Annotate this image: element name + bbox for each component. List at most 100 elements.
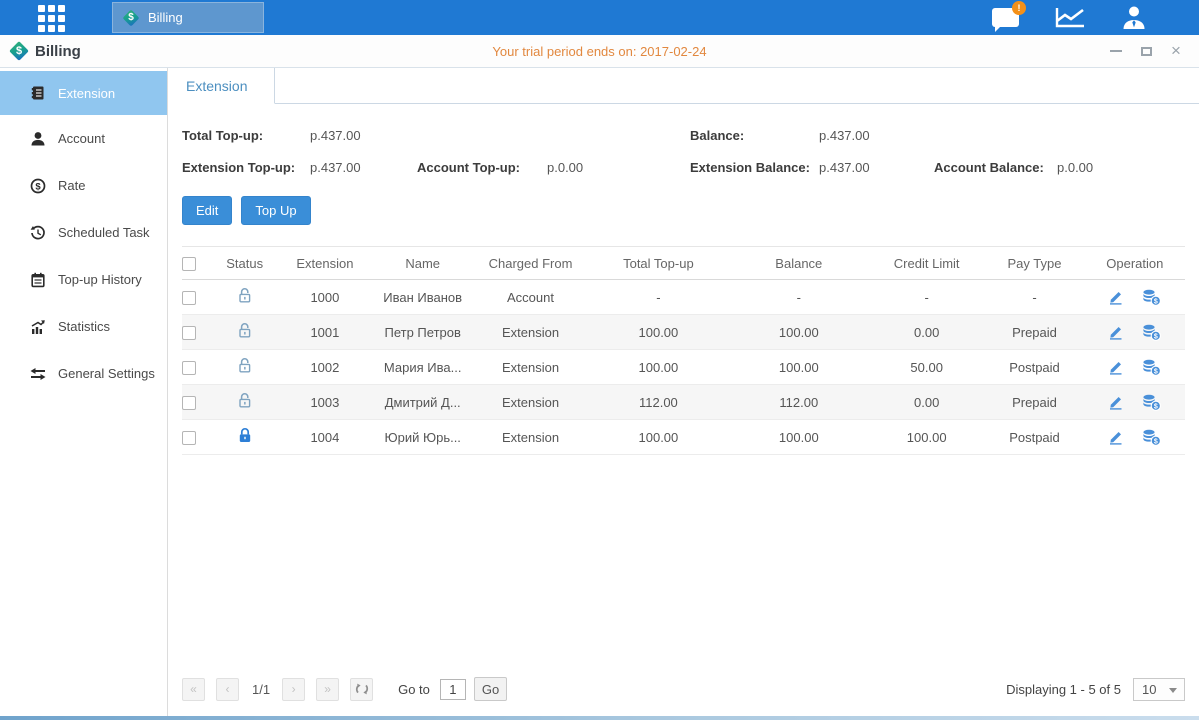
main-content: Extension Total Top-up: р.437.00 Balance… (168, 68, 1199, 716)
top-up-button[interactable]: Top Up (241, 196, 310, 225)
cell-credit-limit: 100.00 (869, 420, 984, 455)
cell-balance: 112.00 (729, 385, 869, 420)
sidebar-item-label: Top-up History (58, 272, 142, 287)
app-title-text: Billing (35, 43, 81, 60)
edit-row-icon[interactable] (1108, 289, 1124, 305)
lock-open-icon (237, 322, 253, 339)
sidebar-item-scheduled-task[interactable]: Scheduled Task (0, 209, 167, 256)
user-account-icon[interactable] (1121, 5, 1147, 30)
column-header-credit-limit: Credit Limit (869, 247, 984, 280)
edit-row-icon[interactable] (1108, 324, 1124, 340)
edit-row-icon[interactable] (1108, 359, 1124, 375)
column-header-name: Name (373, 247, 473, 280)
topup-row-icon[interactable]: $ (1142, 359, 1161, 376)
cell-charged-from: Account (473, 280, 588, 315)
cell-pay-type: Postpaid (984, 420, 1084, 455)
first-page-button[interactable]: « (182, 678, 205, 701)
maximize-icon[interactable] (1139, 44, 1153, 58)
table-body: 1000Иван ИвановAccount----$1001Петр Петр… (182, 280, 1185, 455)
svg-text:$: $ (1154, 298, 1158, 305)
cell-extension: 1000 (277, 280, 372, 315)
extension-balance-value: р.437.00 (819, 160, 934, 175)
refresh-icon[interactable] (350, 678, 373, 701)
cell-name: Дмитрий Д... (373, 385, 473, 420)
extension-topup-value: р.437.00 (310, 160, 417, 175)
topup-row-icon[interactable]: $ (1142, 289, 1161, 306)
cell-total-topup: 100.00 (588, 350, 728, 385)
balance-label: Balance: (690, 128, 819, 143)
sidebar-item-statistics[interactable]: Statistics (0, 303, 167, 350)
column-header-status: Status (212, 247, 277, 280)
sidebar-item-extension[interactable]: Extension (0, 71, 167, 115)
total-topup-value: р.437.00 (310, 128, 361, 143)
cell-balance: 100.00 (729, 315, 869, 350)
go-button[interactable]: Go (474, 677, 507, 701)
statistics-chart-icon[interactable] (1055, 6, 1085, 29)
sidebar: Extension Account $ Rate (0, 68, 168, 716)
pagination-bar: « ‹ 1/1 › » Go to Go Displaying (168, 670, 1199, 716)
goto-page-input[interactable] (440, 679, 466, 700)
cell-pay-type: - (984, 280, 1084, 315)
topbar-tab-billing[interactable]: $ Billing (112, 2, 264, 33)
cell-name: Иван Иванов (373, 280, 473, 315)
cell-name: Мария Ива... (373, 350, 473, 385)
sidebar-item-rate[interactable]: $ Rate (0, 162, 167, 209)
cell-credit-limit: 0.00 (869, 385, 984, 420)
account-topup-label: Account Top-up: (417, 160, 547, 175)
last-page-button[interactable]: » (316, 678, 339, 701)
prev-page-button[interactable]: ‹ (216, 678, 239, 701)
cell-extension: 1003 (277, 385, 372, 420)
page-size-select[interactable]: 10 (1133, 678, 1185, 701)
tab-strip: Extension (168, 68, 1199, 104)
table-row: 1001Петр ПетровExtension100.00100.000.00… (182, 315, 1185, 350)
notepad-icon (30, 272, 46, 288)
row-checkbox[interactable] (182, 291, 196, 305)
minimize-icon[interactable] (1109, 44, 1123, 58)
cell-total-topup: 112.00 (588, 385, 728, 420)
topup-row-icon[interactable]: $ (1142, 429, 1161, 446)
sidebar-item-label: General Settings (58, 366, 155, 381)
tab-extension[interactable]: Extension (168, 68, 275, 104)
extensions-table: Status Extension Name Charged From Total… (182, 246, 1185, 455)
account-balance-label: Account Balance: (934, 160, 1057, 175)
row-checkbox[interactable] (182, 431, 196, 445)
select-all-checkbox[interactable] (182, 257, 196, 271)
dollar-coin-icon: $ (30, 178, 46, 194)
cell-name: Юрий Юрь... (373, 420, 473, 455)
lock-open-icon (237, 392, 253, 409)
transfer-arrows-icon (30, 366, 46, 382)
cell-name: Петр Петров (373, 315, 473, 350)
edit-row-icon[interactable] (1108, 429, 1124, 445)
row-checkbox[interactable] (182, 361, 196, 375)
cell-charged-from: Extension (473, 350, 588, 385)
sidebar-item-account[interactable]: Account (0, 115, 167, 162)
svg-text:$: $ (1154, 438, 1158, 445)
cell-pay-type: Postpaid (984, 350, 1084, 385)
topup-row-icon[interactable]: $ (1142, 324, 1161, 341)
cell-charged-from: Extension (473, 385, 588, 420)
column-header-pay-type: Pay Type (984, 247, 1084, 280)
lock-open-icon (237, 287, 253, 304)
next-page-button[interactable]: › (282, 678, 305, 701)
row-checkbox[interactable] (182, 326, 196, 340)
svg-text:$: $ (1154, 333, 1158, 340)
app-grid-icon[interactable] (38, 5, 66, 31)
sidebar-item-topup-history[interactable]: Top-up History (0, 256, 167, 303)
topup-row-icon[interactable]: $ (1142, 394, 1161, 411)
close-icon[interactable]: × (1169, 44, 1183, 58)
messages-icon[interactable]: ! (992, 8, 1019, 27)
billing-diamond-icon: $ (123, 10, 139, 26)
notification-badge: ! (1012, 1, 1026, 15)
cell-credit-limit: 50.00 (869, 350, 984, 385)
sidebar-item-general-settings[interactable]: General Settings (0, 350, 167, 397)
edit-row-icon[interactable] (1108, 394, 1124, 410)
edit-button[interactable]: Edit (182, 196, 232, 225)
account-topup-value: р.0.00 (547, 160, 583, 175)
row-checkbox[interactable] (182, 396, 196, 410)
cell-extension: 1004 (277, 420, 372, 455)
sidebar-item-label: Statistics (58, 319, 110, 334)
column-header-charged-from: Charged From (473, 247, 588, 280)
cell-balance: - (729, 280, 869, 315)
table-row: 1004Юрий Юрь...Extension100.00100.00100.… (182, 420, 1185, 455)
app-title: $ Billing (0, 42, 81, 60)
